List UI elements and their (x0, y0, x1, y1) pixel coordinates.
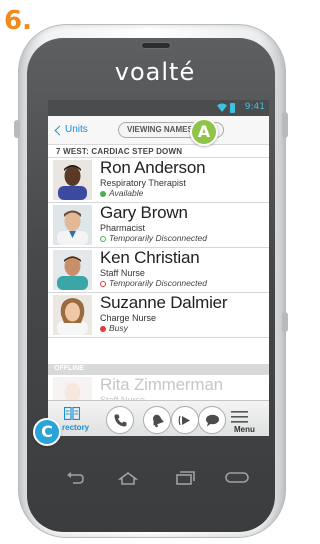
avatar (53, 250, 92, 290)
status-busy-icon (100, 326, 106, 332)
unit-title: 7 WEST: CARDIAC STEP DOWN (48, 144, 269, 158)
bell-icon (153, 414, 164, 428)
message-button[interactable] (198, 406, 226, 434)
status-available-icon (100, 191, 106, 197)
contact-role: Pharmacist (100, 223, 146, 233)
contact-role: Charge Nurse (100, 313, 157, 323)
back-nav-icon[interactable] (66, 470, 84, 486)
contact-name: Gary Brown (100, 203, 188, 222)
contact-status: Temporarily Disconnected (109, 233, 207, 243)
app-screen: 9:41 Units VIEWING NAMES 7 WEST: CARDIAC… (48, 100, 269, 436)
wifi-icon (217, 103, 227, 112)
view-toggle-label: VIEWING NAMES (127, 125, 193, 134)
menu-tab-label: Menu (234, 425, 255, 434)
chevron-left-icon (54, 125, 65, 136)
battery-icon (230, 103, 235, 113)
avatar (53, 295, 92, 335)
callout-c: C (33, 418, 61, 446)
side-button-left[interactable] (14, 120, 20, 138)
contact-role: Respiratory Therapist (100, 178, 186, 188)
contact-row[interactable]: Suzanne Dalmier Charge Nurse Busy (48, 293, 269, 338)
offline-header-label: OFFLINE (54, 365, 84, 372)
back-button[interactable]: Units (48, 116, 94, 144)
recent-apps-nav-icon[interactable] (175, 470, 195, 486)
directory-icon (64, 407, 80, 420)
status-time: 9:41 (244, 102, 265, 112)
contact-name: Rita Zimmerman (100, 375, 223, 394)
phone-icon (114, 414, 127, 427)
broadcast-icon (178, 415, 190, 426)
back-label: Units (65, 124, 88, 135)
status-disconnected-icon (100, 281, 106, 287)
contact-name: Ken Christian (100, 248, 200, 267)
contact-row[interactable]: Ken Christian Staff Nurse Temporarily Di… (48, 248, 269, 293)
menu-tab[interactable]: Menu (224, 401, 269, 436)
contact-name: Suzanne Dalmier (100, 293, 228, 312)
contact-status: Busy (109, 323, 128, 333)
device-brand: voalté (114, 58, 196, 86)
offline-section-header: OFFLINE (48, 364, 269, 375)
contact-status: Temporarily Disconnected (109, 278, 207, 288)
chat-icon (206, 414, 219, 427)
nav-row: Units VIEWING NAMES (48, 116, 269, 144)
search-nav-icon[interactable] (225, 470, 249, 486)
status-disconnected-icon (100, 236, 106, 242)
alert-button[interactable] (143, 406, 171, 434)
directory-tab-label: rectory (62, 423, 90, 432)
call-button[interactable] (106, 406, 134, 434)
side-button-right-lower[interactable] (282, 312, 288, 332)
contact-row[interactable]: Gary Brown Pharmacist Temporarily Discon… (48, 203, 269, 248)
avatar (53, 205, 92, 245)
unit-title-text: 7 WEST: CARDIAC STEP DOWN (56, 147, 183, 156)
side-button-right-upper[interactable] (282, 112, 288, 138)
tab-bar: rectory Menu (48, 400, 269, 436)
menu-icon (231, 411, 248, 423)
avatar (53, 160, 92, 200)
contact-row[interactable]: Ron Anderson Respiratory Therapist Avail… (48, 158, 269, 203)
status-bar: 9:41 (48, 100, 269, 116)
contact-name: Ron Anderson (100, 158, 206, 177)
contact-role: Staff Nurse (100, 268, 145, 278)
contact-status: Available (109, 188, 144, 198)
callout-a: A (190, 118, 218, 146)
earpiece-speaker (141, 42, 171, 49)
home-nav-icon[interactable] (118, 470, 138, 486)
broadcast-button[interactable] (171, 406, 199, 434)
step-number: 6. (4, 6, 32, 36)
